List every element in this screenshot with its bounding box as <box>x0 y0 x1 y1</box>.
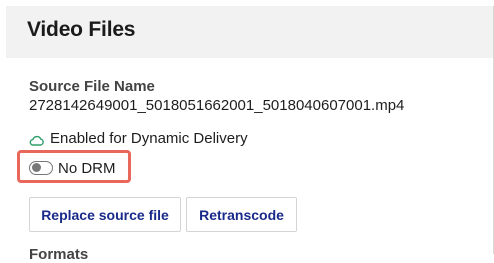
dynamic-delivery-text: Enabled for Dynamic Delivery <box>50 129 248 147</box>
cloud-icon <box>29 133 44 146</box>
panel-title: Video Files <box>27 18 136 41</box>
dynamic-delivery-status: Enabled for Dynamic Delivery <box>29 128 248 148</box>
drm-toggle[interactable] <box>29 161 53 175</box>
source-file-name: 2728142649001_5018051662001_501804060700… <box>29 97 405 114</box>
formats-label: Formats <box>29 246 89 263</box>
drm-toggle-row[interactable]: No DRM <box>29 158 116 178</box>
replace-source-file-button[interactable]: Replace source file <box>29 197 181 232</box>
retranscode-button[interactable]: Retranscode <box>186 197 297 232</box>
source-file-label: Source File Name <box>29 78 155 95</box>
panel-header: Video Files <box>6 6 494 58</box>
drm-label: No DRM <box>58 159 116 177</box>
toggle-knob <box>31 163 41 172</box>
